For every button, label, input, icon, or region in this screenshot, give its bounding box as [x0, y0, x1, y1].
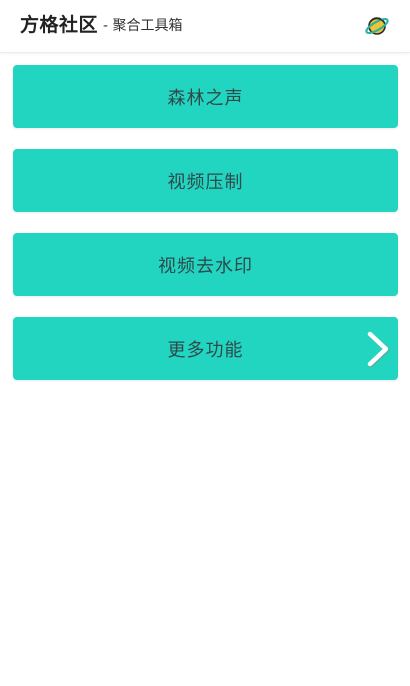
video-watermark-remove-button[interactable]: 视频去水印 — [13, 233, 398, 296]
app-subtitle: - 聚合工具箱 — [103, 18, 183, 34]
video-compress-label: 视频压制 — [167, 171, 244, 193]
planet-icon[interactable] — [364, 13, 390, 39]
forest-voice-label: 森林之声 — [167, 87, 244, 109]
video-watermark-remove-label: 视频去水印 — [158, 255, 253, 277]
chevron-right-icon — [364, 330, 392, 368]
tool-menu: 森林之声 视频压制 视频去水印 更多功能 — [13, 65, 398, 401]
forest-voice-button[interactable]: 森林之声 — [13, 65, 398, 128]
app-title: 方格社区 — [20, 14, 99, 36]
app-header: 方格社区 - 聚合工具箱 — [0, 0, 410, 53]
more-features-label: 更多功能 — [167, 339, 244, 361]
more-features-button[interactable]: 更多功能 — [13, 317, 398, 380]
video-compress-button[interactable]: 视频压制 — [13, 149, 398, 212]
